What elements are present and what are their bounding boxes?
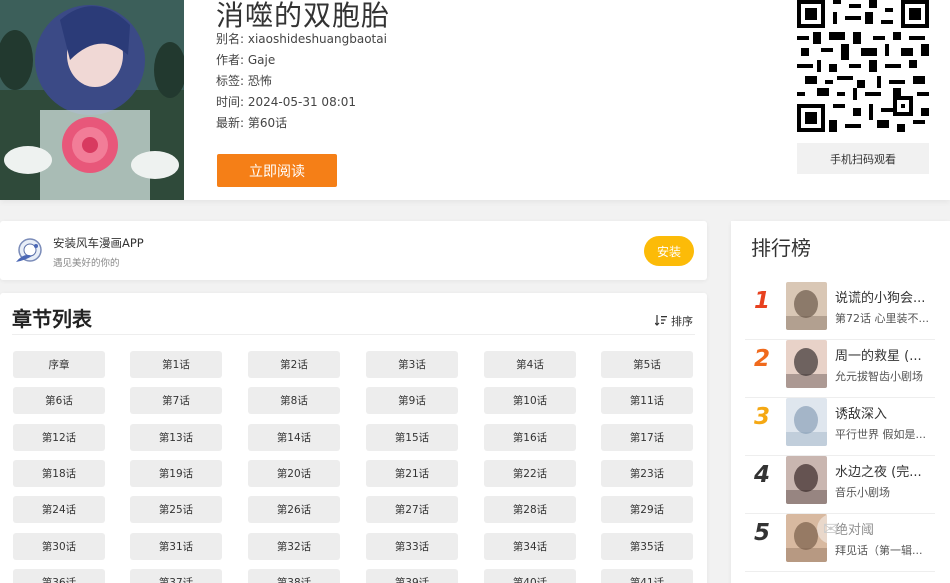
- chapter-button[interactable]: 第2话: [248, 351, 340, 378]
- chapter-button[interactable]: 第20话: [248, 460, 340, 487]
- ranking-item[interactable]: 4 水边之夜 (完... 音乐小剧场: [745, 456, 935, 514]
- alias-value: xiaoshideshuangbaotai: [247, 32, 387, 46]
- chapter-button[interactable]: 第1话: [130, 351, 222, 378]
- chapter-button[interactable]: 第35话: [601, 533, 693, 560]
- chapter-button[interactable]: 第30话: [13, 533, 105, 560]
- chapter-button[interactable]: 第12话: [13, 424, 105, 451]
- chapter-button[interactable]: 第37话: [130, 569, 222, 583]
- alias-row: 别名: xiaoshideshuangbaotai: [216, 32, 387, 46]
- chapter-button[interactable]: 第6话: [13, 387, 105, 414]
- chapter-button[interactable]: 第4话: [484, 351, 576, 378]
- author-row: 作者: Gaje: [216, 53, 276, 67]
- chapter-button[interactable]: 第10话: [484, 387, 576, 414]
- install-app-button[interactable]: 安装: [644, 236, 694, 266]
- rank-number: 3: [754, 404, 771, 430]
- chapter-button[interactable]: 第13话: [130, 424, 222, 451]
- chapter-button[interactable]: 第29话: [601, 496, 693, 523]
- chapter-button[interactable]: 第19话: [130, 460, 222, 487]
- chapter-button[interactable]: 第16话: [484, 424, 576, 451]
- rank-thumbnail[interactable]: [786, 282, 827, 330]
- chapter-button[interactable]: 第9话: [366, 387, 458, 414]
- rank-title[interactable]: 说谎的小狗会...: [835, 287, 935, 306]
- chapter-button[interactable]: 第8话: [248, 387, 340, 414]
- ranking-item[interactable]: 3 诱敌深入平行世界 假如是...: [745, 398, 935, 456]
- chapter-button[interactable]: 第28话: [484, 496, 576, 523]
- chapter-button[interactable]: 第22话: [484, 460, 576, 487]
- chapter-button[interactable]: 第27话: [366, 496, 458, 523]
- rank-number: 4: [754, 462, 771, 488]
- rank-thumbnail[interactable]: [786, 340, 827, 388]
- latest-row: 最新: 第60话: [216, 116, 288, 130]
- app-banner-title: 安装风车漫画APP: [53, 236, 144, 250]
- app-download-banner: 安装风车漫画APP 遇见美好的你的: [0, 221, 707, 280]
- rank-thumbnail[interactable]: [786, 456, 827, 504]
- rank-description: 平行世界 假如是...: [835, 428, 926, 441]
- chapter-button[interactable]: 第40话: [484, 569, 576, 583]
- chapter-button[interactable]: 第39话: [366, 569, 458, 583]
- wechat-watermark: ✉: [817, 514, 931, 544]
- chapter-button[interactable]: 第38话: [248, 569, 340, 583]
- chapter-button[interactable]: 第33话: [366, 533, 458, 560]
- ranking-item[interactable]: 2 周一的救星 (... 允元拔智齿小剧场: [745, 340, 935, 398]
- rank-description: 拜见话（第一辑...: [835, 544, 923, 557]
- chapter-button[interactable]: 第14话: [248, 424, 340, 451]
- rank-description: 允元拔智齿小剧场: [835, 370, 923, 383]
- time-value: 2024-05-31 08:01: [247, 95, 357, 109]
- chapter-button[interactable]: 第41话: [601, 569, 693, 583]
- sort-button[interactable]: 排序: [654, 313, 693, 329]
- sort-icon: [654, 314, 667, 329]
- chapter-button[interactable]: 第26话: [248, 496, 340, 523]
- app-banner-subtitle: 遇见美好的你的: [53, 258, 120, 269]
- chapter-button[interactable]: 第25话: [130, 496, 222, 523]
- tags-row: 标签: 恐怖: [216, 74, 272, 88]
- chapter-button[interactable]: 第23话: [601, 460, 693, 487]
- time-row: 时间: 2024-05-31 08:01: [216, 95, 357, 109]
- chapter-button[interactable]: 第31话: [130, 533, 222, 560]
- chapter-button[interactable]: 第21话: [366, 460, 458, 487]
- chapter-list-divider: [12, 334, 695, 335]
- comic-title: 消噬的双胞胎: [216, 0, 391, 32]
- sort-label: 排序: [671, 315, 693, 328]
- rank-title[interactable]: 水边之夜 (完...: [835, 461, 935, 480]
- chapter-button[interactable]: 序章: [13, 351, 105, 378]
- rank-title[interactable]: 周一的救星 (...: [835, 345, 935, 364]
- chapter-list-title: 章节列表: [12, 307, 92, 331]
- comic-cover-image[interactable]: [0, 0, 184, 200]
- author-value: Gaje: [247, 53, 276, 67]
- rank-title[interactable]: 诱敌深入: [835, 403, 935, 422]
- qr-scan-label: 手机扫码观看: [797, 143, 929, 174]
- app-logo-icon: [12, 234, 46, 268]
- rank-number: 2: [754, 346, 771, 372]
- rank-description: 音乐小剧场: [835, 486, 890, 499]
- chapter-button[interactable]: 第7话: [130, 387, 222, 414]
- latest-value: 第60话: [247, 116, 288, 130]
- chapter-button[interactable]: 第11话: [601, 387, 693, 414]
- rank-number: 5: [754, 520, 771, 546]
- chapter-button[interactable]: 第18话: [13, 460, 105, 487]
- chapter-button[interactable]: 第34话: [484, 533, 576, 560]
- tags-value: 恐怖: [247, 74, 272, 88]
- chapter-button[interactable]: 第5话: [601, 351, 693, 378]
- chapter-button[interactable]: 第15话: [366, 424, 458, 451]
- chapter-button[interactable]: 第3话: [366, 351, 458, 378]
- rank-number: 1: [754, 288, 771, 314]
- ranking-title: 排行榜: [751, 236, 811, 260]
- qr-code: [797, 0, 929, 132]
- ranking-item[interactable]: 1 说谎的小狗会... 第72话 心里装不...: [745, 282, 935, 340]
- chapter-button[interactable]: 第24话: [13, 496, 105, 523]
- rank-description: 第72话 心里装不...: [835, 312, 929, 325]
- chapter-button[interactable]: 第36话: [13, 569, 105, 583]
- chapter-button[interactable]: 第17话: [601, 424, 693, 451]
- chapter-button[interactable]: 第32话: [248, 533, 340, 560]
- read-now-button[interactable]: 立即阅读: [217, 154, 337, 187]
- watermark-icon: ✉: [823, 518, 839, 540]
- rank-thumbnail[interactable]: [786, 398, 827, 446]
